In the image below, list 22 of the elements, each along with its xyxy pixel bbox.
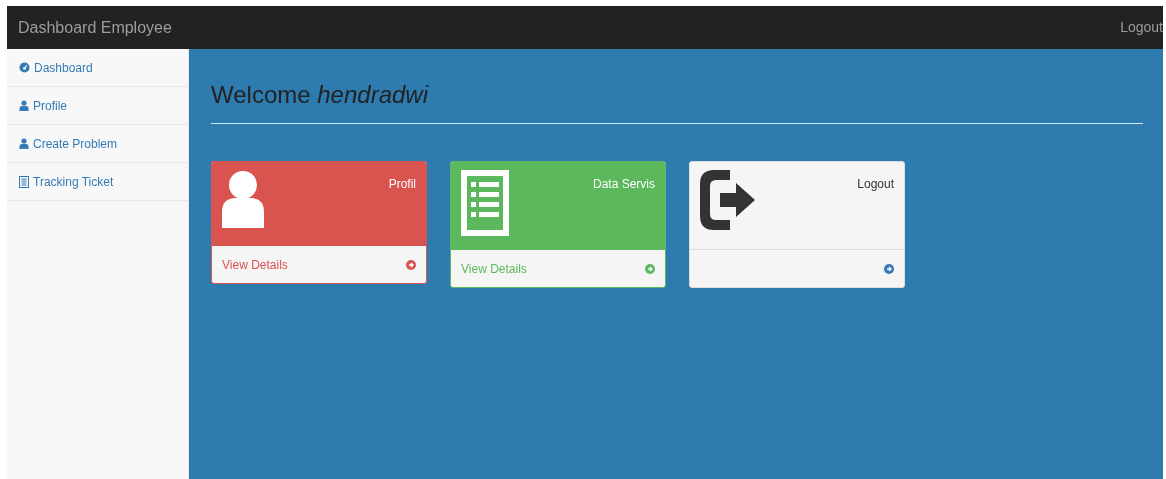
arrow-circle-icon [645,263,655,274]
list-icon [19,175,29,188]
view-details-link[interactable]: View Details [451,250,665,287]
panel-title: Data Servis [592,176,655,193]
brand-title[interactable]: Dashboard Employee [18,15,172,40]
sidebar-item[interactable]: Profile [7,87,188,125]
list-icon [461,170,509,236]
person-icon [222,170,264,228]
sidebar-item[interactable]: Tracking Ticket [7,163,188,201]
exit-icon [700,170,756,230]
logout-link[interactable]: Logout [1120,17,1163,38]
panel-title: Profil [388,176,416,193]
arrow-circle-icon [884,263,894,274]
welcome-heading: Welcome hendradwi [211,80,430,110]
user-icon [19,100,29,111]
view-details-link[interactable]: View Details [212,246,426,283]
sidebar-item[interactable]: Dashboard [7,49,188,87]
user-icon [19,138,29,149]
sidebar-item[interactable]: Create Problem [7,125,188,163]
dashboard-icon [19,62,30,73]
panel-title: Logout [857,176,894,193]
arrow-circle-icon [406,259,416,270]
